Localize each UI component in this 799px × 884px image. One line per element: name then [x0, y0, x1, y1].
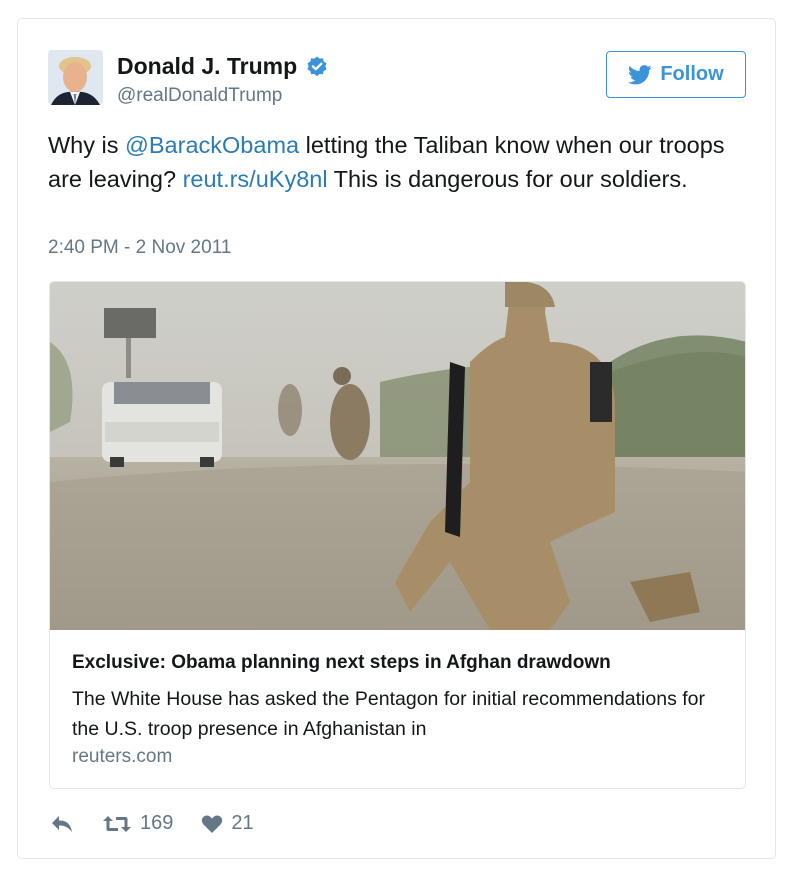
card-title: Exclusive: Obama planning next steps in …	[72, 652, 611, 673]
tweet-timestamp[interactable]: 2:40 PM - 2 Nov 2011	[48, 237, 231, 259]
soldiers-photo-icon	[50, 282, 745, 630]
reply-button[interactable]	[50, 814, 74, 834]
like-count: 21	[231, 812, 254, 834]
tweet-text: Why is @BarackObama letting the Taliban …	[48, 128, 738, 196]
link-card[interactable]: Exclusive: Obama planning next steps in …	[49, 281, 746, 789]
tweet-actions: 169 21	[50, 812, 282, 835]
user-name-text: Donald J. Trump	[117, 53, 298, 79]
retweet-count: 169	[140, 812, 174, 834]
user-handle[interactable]: @realDonaldTrump	[117, 85, 282, 107]
retweet-button[interactable]: 169	[102, 812, 173, 835]
follow-button-label: Follow	[660, 63, 724, 85]
card-description: The White House has asked the Pentagon f…	[72, 688, 706, 740]
tweet-card: Donald J. Trump @realDonaldTrump Follow …	[17, 18, 776, 859]
mention-link[interactable]: @BarackObama	[125, 132, 299, 158]
tweet-text-part3: This is dangerous for our soldiers.	[327, 166, 688, 192]
profile-photo-icon	[48, 50, 103, 105]
like-button[interactable]: 21	[201, 812, 254, 835]
avatar[interactable]	[48, 50, 103, 105]
follow-button[interactable]: Follow	[606, 51, 746, 98]
retweet-icon	[103, 815, 131, 832]
twitter-bird-icon	[628, 64, 652, 84]
verified-badge-icon	[307, 56, 327, 76]
url-link[interactable]: reut.rs/uKy8nl	[183, 166, 328, 192]
heart-icon	[202, 814, 223, 833]
reply-icon	[52, 815, 72, 832]
user-name[interactable]: Donald J. Trump	[117, 53, 329, 80]
card-domain: reuters.com	[72, 746, 173, 767]
tweet-text-part1: Why is	[48, 132, 126, 158]
